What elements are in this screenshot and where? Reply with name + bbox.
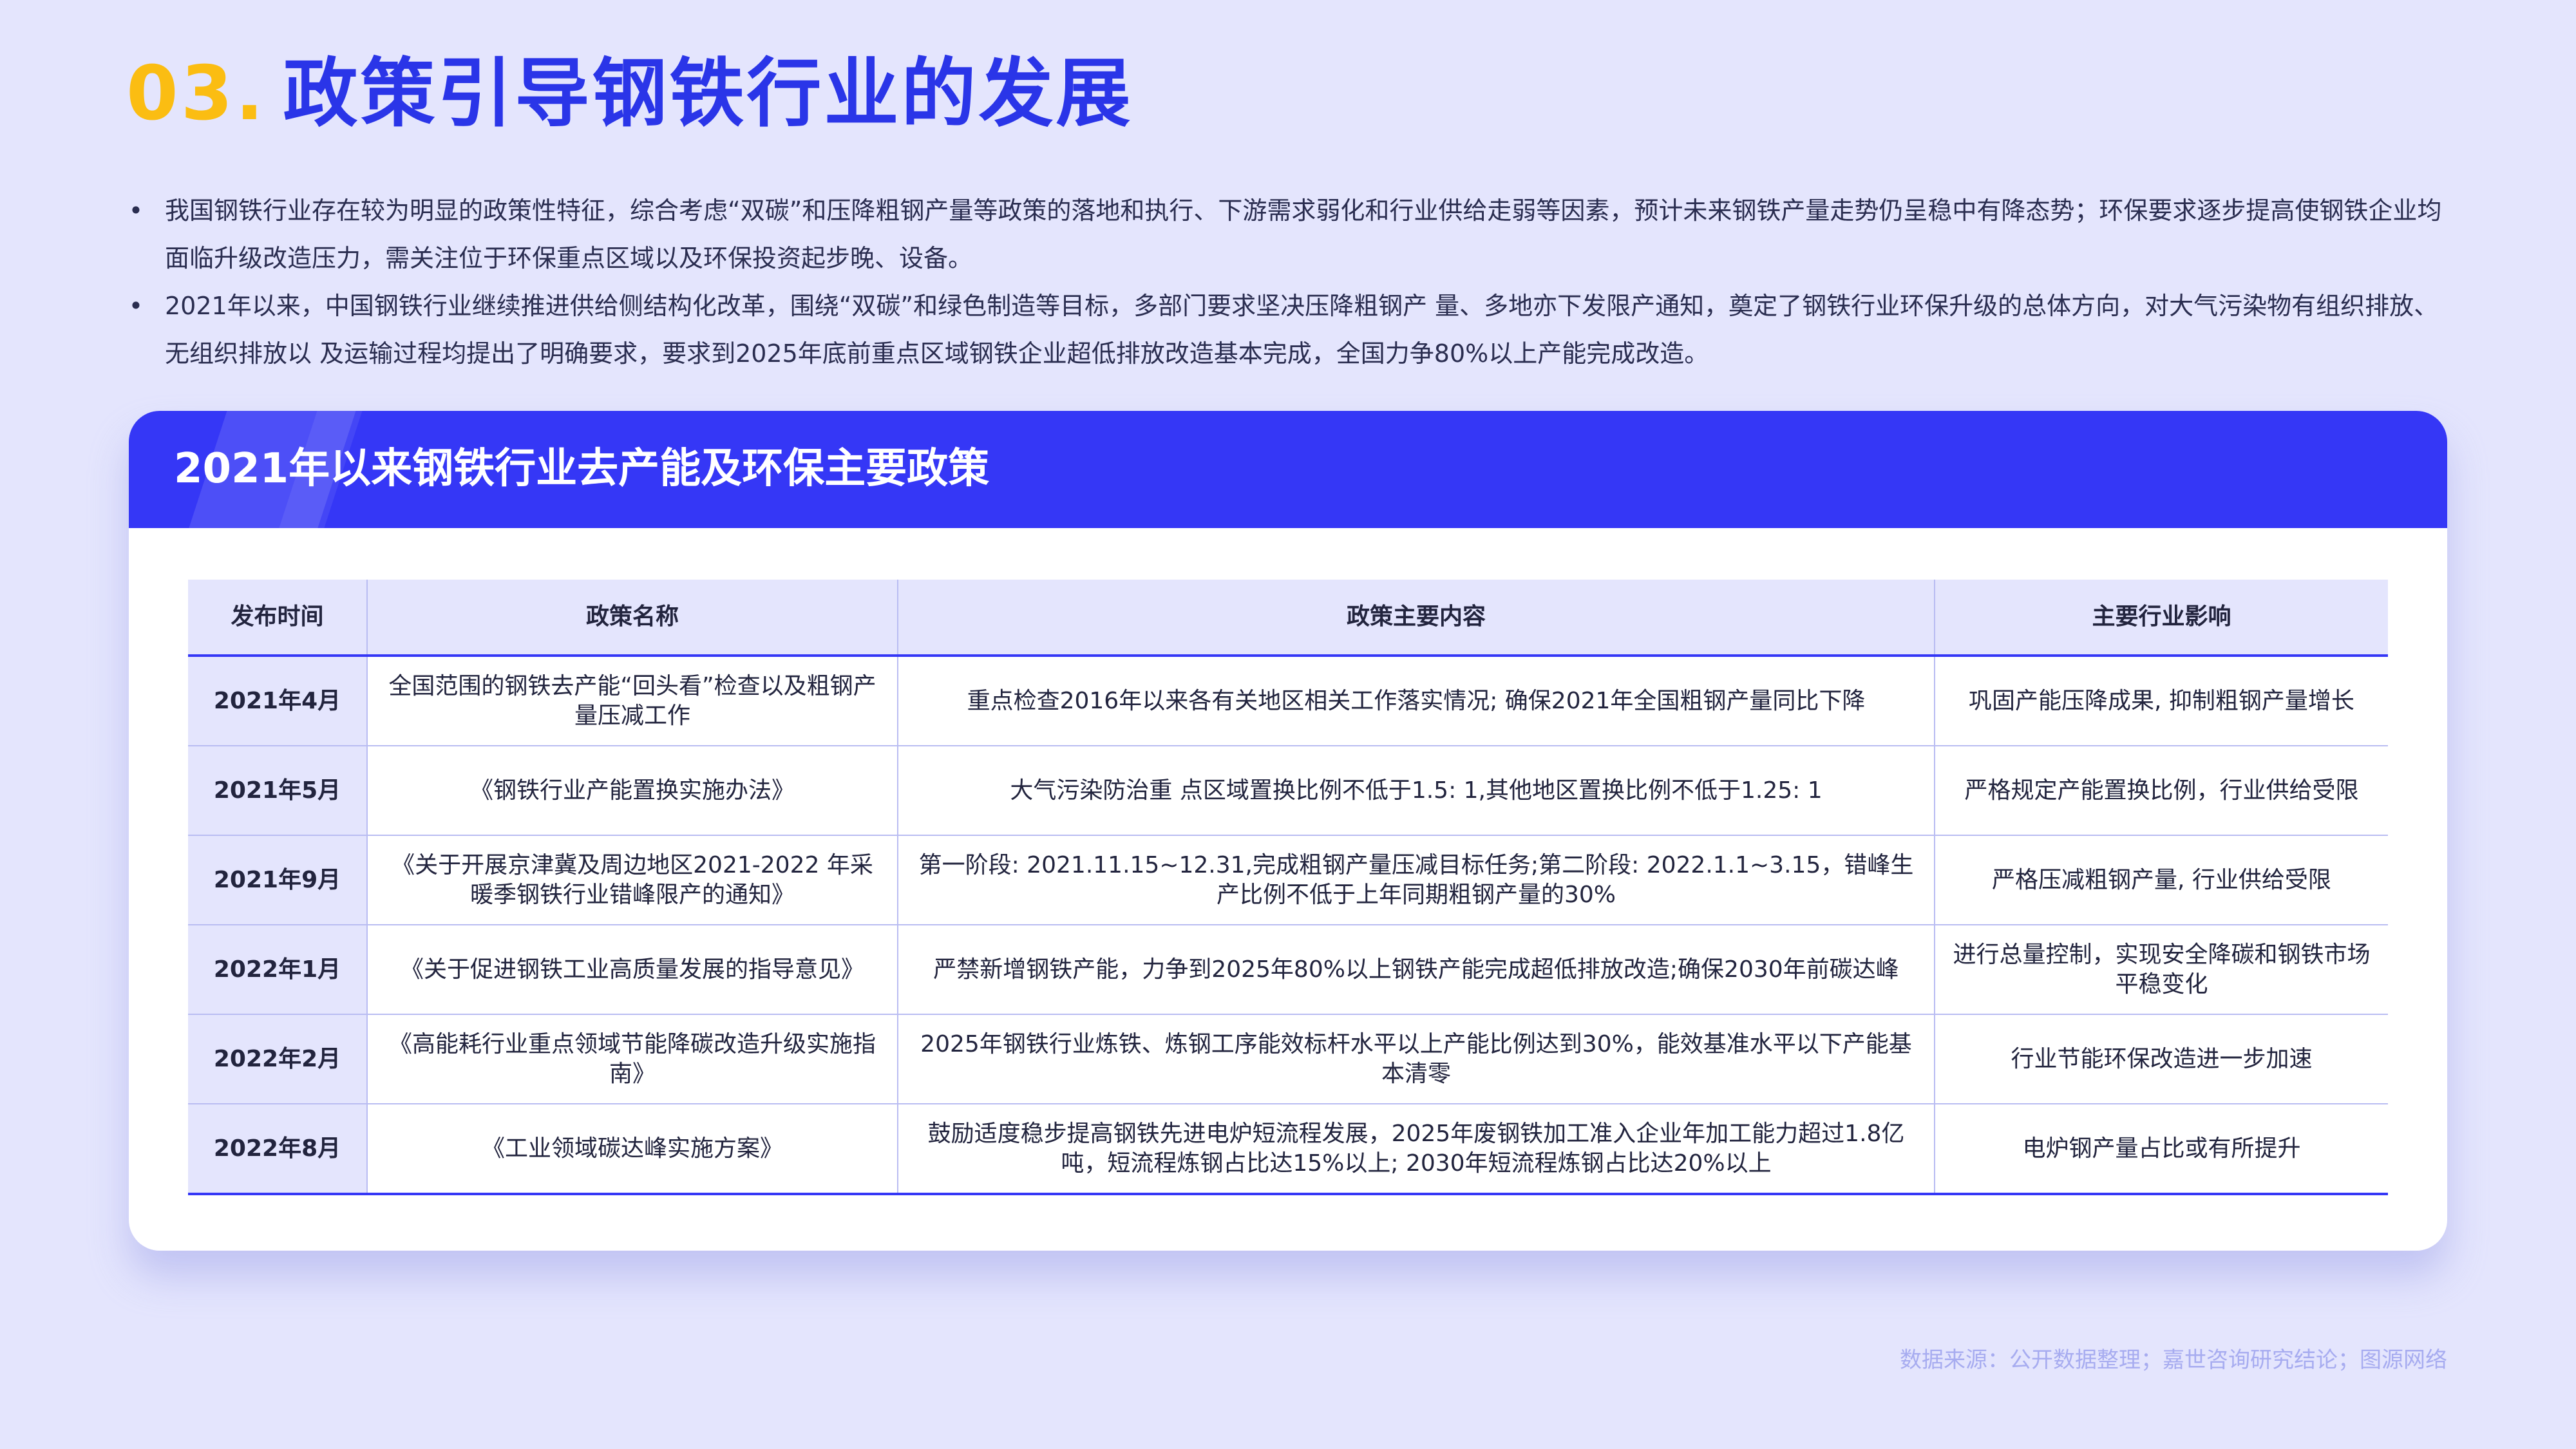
cell-name: 《高能耗行业重点领域节能降碳改造升级实施指南》 (367, 1014, 898, 1104)
cell-name: 《关于开展京津冀及周边地区2021-2022 年采暖季钢铁行业错峰限产的通知》 (367, 835, 898, 925)
card-title: 2021年以来钢铁行业去产能及环保主要政策 (174, 445, 990, 493)
cell-impact: 电炉钢产量占比或有所提升 (1935, 1104, 2388, 1195)
section-title: 政策引导钢铁行业的发展 (283, 50, 1133, 137)
cell-impact: 严格压减粗钢产量, 行业供给受限 (1935, 835, 2388, 925)
cell-content: 2025年钢铁行业炼铁、炼钢工序能效标杆水平以上产能比例达到30%，能效基准水平… (898, 1014, 1935, 1104)
column-header-impact: 主要行业影响 (1935, 580, 2388, 657)
table-row: 2022年2月 《高能耗行业重点领域节能降碳改造升级实施指南》 2025年钢铁行… (188, 1014, 2388, 1104)
bullet-item: • 我国钢铁行业存在较为明显的政策性特征，综合考虑“双碳”和压降粗钢产量等政策的… (126, 187, 2451, 282)
policy-card: 2021年以来钢铁行业去产能及环保主要政策 发布时间 政策名称 政策主要内容 主… (129, 411, 2447, 1251)
cell-impact: 进行总量控制，实现安全降碳和钢铁市场平稳变化 (1935, 925, 2388, 1015)
section-number: 03. (126, 50, 267, 137)
cell-name: 全国范围的钢铁去产能“回头看”检查以及粗钢产量压减工作 (367, 656, 898, 746)
page-title: 03. 政策引导钢铁行业的发展 (126, 43, 1133, 146)
cell-date: 2022年1月 (188, 925, 368, 1015)
cell-date: 2021年9月 (188, 835, 368, 925)
cell-date: 2021年4月 (188, 656, 368, 746)
cell-name: 《关于促进钢铁工业高质量发展的指导意见》 (367, 925, 898, 1015)
cell-impact: 巩固产能压降成果, 抑制粗钢产量增长 (1935, 656, 2388, 746)
cell-content: 鼓励适度稳步提高钢铁先进电炉短流程发展，2025年废钢铁加工准入企业年加工能力超… (898, 1104, 1935, 1195)
cell-date: 2022年2月 (188, 1014, 368, 1104)
data-source-note: 数据来源：公开数据整理；嘉世咨询研究结论；图源网络 (1900, 1347, 2447, 1373)
cell-content: 第一阶段: 2021.11.15~12.31,完成粗钢产量压减目标任务;第二阶段… (898, 835, 1935, 925)
table-row: 2021年4月 全国范围的钢铁去产能“回头看”检查以及粗钢产量压减工作 重点检查… (188, 656, 2388, 746)
cell-date: 2022年8月 (188, 1104, 368, 1195)
cell-name: 《工业领域碳达峰实施方案》 (367, 1104, 898, 1195)
table-row: 2022年8月 《工业领域碳达峰实施方案》 鼓励适度稳步提高钢铁先进电炉短流程发… (188, 1104, 2388, 1195)
policy-table: 发布时间 政策名称 政策主要内容 主要行业影响 2021年4月 全国范围的钢铁去… (188, 580, 2388, 1195)
cell-content: 严禁新增钢铁产能，力争到2025年80%以上钢铁产能完成超低排放改造;确保203… (898, 925, 1935, 1015)
table-header-row: 发布时间 政策名称 政策主要内容 主要行业影响 (188, 580, 2388, 657)
bullet-text: 2021年以来，中国钢铁行业继续推进供给侧结构化改革，围绕“双碳”和绿色制造等目… (165, 292, 2439, 368)
bullet-dot-icon: • (128, 292, 144, 320)
cell-content: 重点检查2016年以来各有关地区相关工作落实情况; 确保2021年全国粗钢产量同… (898, 656, 1935, 746)
cell-date: 2021年5月 (188, 746, 368, 836)
column-header-date: 发布时间 (188, 580, 368, 657)
table-row: 2022年1月 《关于促进钢铁工业高质量发展的指导意见》 严禁新增钢铁产能，力争… (188, 925, 2388, 1015)
cell-content: 大气污染防治重 点区域置换比例不低于1.5: 1,其他地区置换比例不低于1.25… (898, 746, 1935, 836)
column-header-content: 政策主要内容 (898, 580, 1935, 657)
table-row: 2021年5月 《钢铁行业产能置换实施办法》 大气污染防治重 点区域置换比例不低… (188, 746, 2388, 836)
bullet-item: • 2021年以来，中国钢铁行业继续推进供给侧结构化改革，围绕“双碳”和绿色制造… (126, 282, 2451, 377)
card-header: 2021年以来钢铁行业去产能及环保主要政策 (129, 411, 2447, 528)
bullet-dot-icon: • (128, 196, 144, 225)
cell-impact: 严格规定产能置换比例，行业供给受限 (1935, 746, 2388, 836)
cell-impact: 行业节能环保改造进一步加速 (1935, 1014, 2388, 1104)
bullet-list: • 我国钢铁行业存在较为明显的政策性特征，综合考虑“双碳”和压降粗钢产量等政策的… (126, 187, 2451, 377)
column-header-name: 政策名称 (367, 580, 898, 657)
cell-name: 《钢铁行业产能置换实施办法》 (367, 746, 898, 836)
bullet-text: 我国钢铁行业存在较为明显的政策性特征，综合考虑“双碳”和压降粗钢产量等政策的落地… (165, 196, 2442, 272)
table-row: 2021年9月 《关于开展京津冀及周边地区2021-2022 年采暖季钢铁行业错… (188, 835, 2388, 925)
